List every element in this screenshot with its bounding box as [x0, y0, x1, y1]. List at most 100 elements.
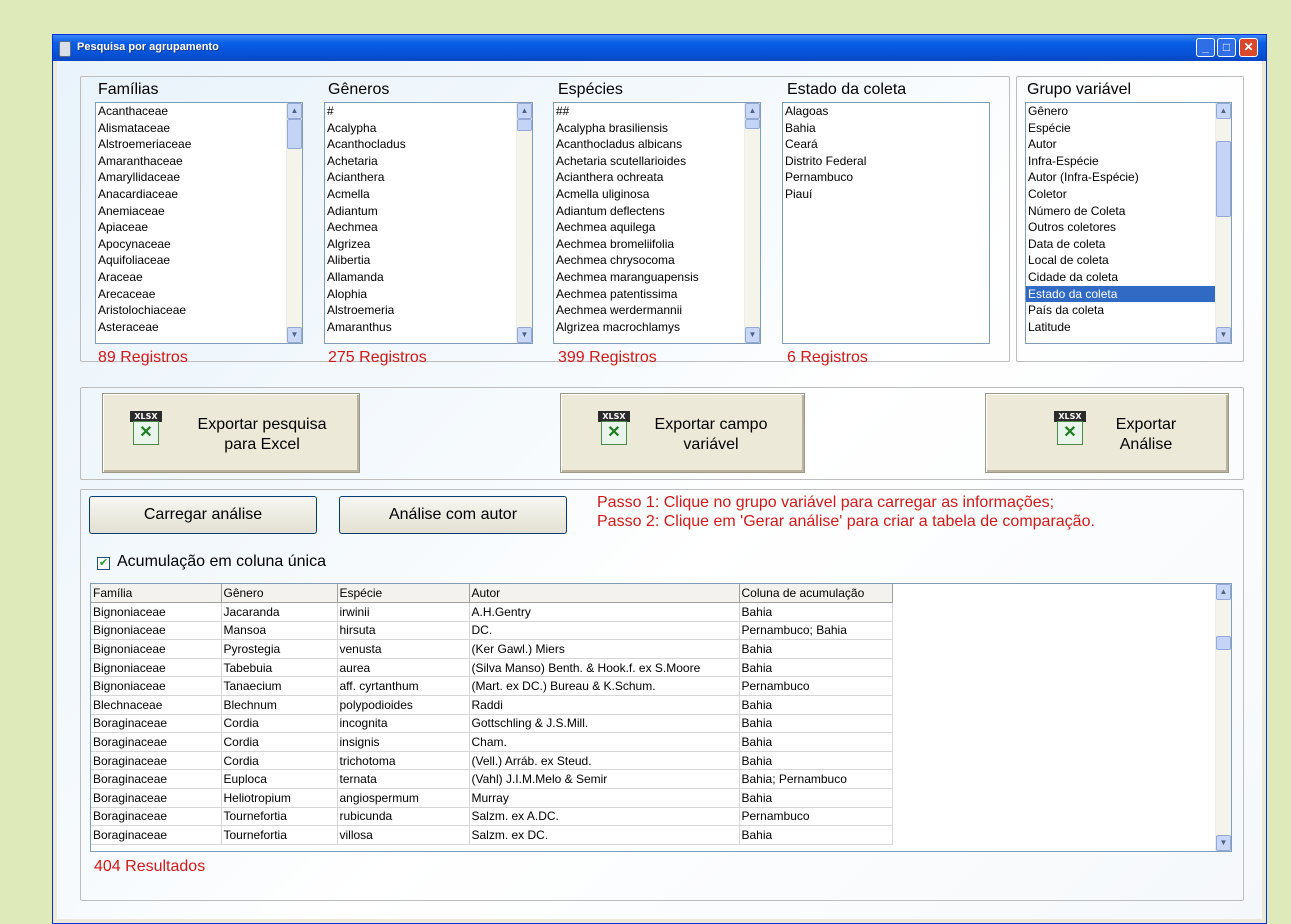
- table-cell[interactable]: Pernambuco: [739, 807, 893, 827]
- table-cell[interactable]: aurea: [337, 658, 470, 678]
- table-cell[interactable]: (Vahl) J.I.M.Melo & Semir: [469, 769, 740, 789]
- scroll-thumb[interactable]: [1216, 141, 1231, 217]
- scroll-thumb[interactable]: [287, 119, 302, 149]
- table-cell[interactable]: Cham.: [469, 732, 740, 752]
- list-item[interactable]: Aechmea werdermannii: [554, 302, 760, 319]
- list-item[interactable]: Apiaceae: [96, 219, 302, 236]
- list-item[interactable]: Espécie: [1026, 120, 1231, 137]
- species-scrollbar[interactable]: ▲ ▼: [744, 103, 760, 343]
- table-cell[interactable]: DC.: [469, 621, 740, 641]
- list-item[interactable]: Pernambuco: [783, 169, 989, 186]
- table-cell[interactable]: Bignoniaceae: [91, 676, 222, 696]
- table-cell[interactable]: Blechnaceae: [91, 695, 222, 715]
- table-cell[interactable]: Mansoa: [221, 621, 338, 641]
- table-cell[interactable]: incognita: [337, 714, 470, 734]
- title-bar[interactable]: Pesquisa por agrupamento _ □ ✕: [53, 35, 1266, 61]
- scroll-down-icon[interactable]: ▼: [745, 327, 760, 343]
- list-item[interactable]: Apocynaceae: [96, 236, 302, 253]
- table-cell[interactable]: Bahia: [739, 695, 893, 715]
- table-row[interactable]: Boraginaceae Heliotropium angiospermum Murr…: [91, 788, 893, 808]
- table-cell[interactable]: (Silva Manso) Benth. & Hook.f. ex S.Moor…: [469, 658, 740, 678]
- families-list[interactable]: Acanthaceae Alismataceae Alstroemeriaceae A…: [95, 102, 303, 344]
- species-list[interactable]: ## Acalypha brasiliensis Acanthocladus alb…: [553, 102, 761, 344]
- table-cell[interactable]: Boraginaceae: [91, 807, 222, 827]
- list-item[interactable]: Acanthaceae: [96, 103, 302, 120]
- scroll-up-icon[interactable]: ▲: [1216, 103, 1231, 119]
- table-row[interactable]: Blechnaceae Blechnum polypodioides Raddi Bah…: [91, 695, 893, 715]
- table-cell[interactable]: Bahia: [739, 639, 893, 659]
- table-cell[interactable]: Bignoniaceae: [91, 658, 222, 678]
- table-cell[interactable]: rubicunda: [337, 807, 470, 827]
- table-cell[interactable]: Bahia: [739, 788, 893, 808]
- list-item[interactable]: Adiantum: [325, 203, 532, 220]
- table-row[interactable]: Boraginaceae Tournefortia villosa Salzm. ex…: [91, 825, 893, 845]
- list-item[interactable]: #: [325, 103, 532, 120]
- list-item[interactable]: País da coleta: [1026, 302, 1231, 319]
- scroll-up-icon[interactable]: ▲: [1216, 584, 1231, 600]
- genera-list[interactable]: # Acalypha Acanthocladus Achetaria Acianther…: [324, 102, 533, 344]
- table-cell[interactable]: Bahia: [739, 602, 893, 622]
- table-cell[interactable]: Tabebuia: [221, 658, 338, 678]
- list-item[interactable]: Cidade da coleta: [1026, 269, 1231, 286]
- table-row[interactable]: Bignoniaceae Tanaecium aff. cyrtanthum (Mar…: [91, 676, 893, 696]
- list-item[interactable]: Alibertia: [325, 252, 532, 269]
- list-item[interactable]: Autor (Infra-Espécie): [1026, 169, 1231, 186]
- states-list[interactable]: Alagoas Bahia Ceará Distrito Federal Pernamb…: [782, 102, 990, 344]
- list-item[interactable]: Latitude: [1026, 319, 1231, 336]
- table-cell[interactable]: Cordia: [221, 751, 338, 771]
- list-item[interactable]: Aristolochiaceae: [96, 302, 302, 319]
- table-cell[interactable]: Tournefortia: [221, 807, 338, 827]
- table-cell[interactable]: aff. cyrtanthum: [337, 676, 470, 696]
- list-item[interactable]: Asteraceae: [96, 319, 302, 336]
- table-cell[interactable]: irwinii: [337, 602, 470, 622]
- list-item[interactable]: Ceará: [783, 136, 989, 153]
- table-cell[interactable]: trichotoma: [337, 751, 470, 771]
- table-row[interactable]: Boraginaceae Euploca ternata (Vahl) J.I.M.M…: [91, 769, 893, 789]
- list-item[interactable]: Amaryllidaceae: [96, 169, 302, 186]
- table-cell[interactable]: Boraginaceae: [91, 788, 222, 808]
- list-item[interactable]: Acianthera: [325, 169, 532, 186]
- table-row[interactable]: Bignoniaceae Tabebuia aurea (Silva Manso) B…: [91, 658, 893, 678]
- table-cell[interactable]: Bahia: [739, 732, 893, 752]
- table-cell[interactable]: Bahia; Pernambuco: [739, 769, 893, 789]
- list-item[interactable]: Alismataceae: [96, 120, 302, 137]
- list-item[interactable]: Aechmea aquilega: [554, 219, 760, 236]
- column-header[interactable]: Família: [91, 584, 222, 603]
- list-item[interactable]: Acanthocladus: [325, 136, 532, 153]
- table-cell[interactable]: Boraginaceae: [91, 714, 222, 734]
- table-cell[interactable]: Boraginaceae: [91, 825, 222, 845]
- table-cell[interactable]: Pernambuco; Bahia: [739, 621, 893, 641]
- table-cell[interactable]: Gottschling & J.S.Mill.: [469, 714, 740, 734]
- table-cell[interactable]: Bahia: [739, 825, 893, 845]
- list-item[interactable]: Infra-Espécie: [1026, 153, 1231, 170]
- table-cell[interactable]: Salzm. ex DC.: [469, 825, 740, 845]
- table-cell[interactable]: angiospermum: [337, 788, 470, 808]
- list-item[interactable]: Aquifoliaceae: [96, 252, 302, 269]
- table-cell[interactable]: Bahia: [739, 658, 893, 678]
- maximize-button[interactable]: □: [1217, 38, 1236, 57]
- export-field-button[interactable]: XLSX ✕ Exportar campo variável: [560, 393, 805, 473]
- list-item[interactable]: Algrizea macrochlamys: [554, 319, 760, 336]
- table-cell[interactable]: Pyrostegia: [221, 639, 338, 659]
- list-item[interactable]: Algrizea: [325, 236, 532, 253]
- list-item[interactable]: Anemiaceae: [96, 203, 302, 220]
- table-cell[interactable]: (Vell.) Arráb. ex Steud.: [469, 751, 740, 771]
- scroll-down-icon[interactable]: ▼: [1216, 835, 1231, 851]
- scroll-thumb[interactable]: [1216, 636, 1231, 650]
- list-item[interactable]: Gênero: [1026, 103, 1231, 120]
- list-item[interactable]: Adiantum deflectens: [554, 203, 760, 220]
- table-cell[interactable]: venusta: [337, 639, 470, 659]
- table-row[interactable]: Boraginaceae Cordia insignis Cham. Bahia: [91, 732, 893, 752]
- scroll-up-icon[interactable]: ▲: [287, 103, 302, 119]
- export-search-button[interactable]: XLSX ✕ Exportar pesquisa para Excel: [102, 393, 360, 473]
- column-header[interactable]: Coluna de acumulação: [739, 584, 893, 603]
- list-item[interactable]: Alophia: [325, 286, 532, 303]
- list-item[interactable]: Acalypha brasiliensis: [554, 120, 760, 137]
- table-cell[interactable]: polypodioides: [337, 695, 470, 715]
- table-cell[interactable]: Boraginaceae: [91, 769, 222, 789]
- list-item[interactable]: Alstroemeria: [325, 302, 532, 319]
- export-analysis-button[interactable]: XLSX ✕ Exportar Análise: [985, 393, 1229, 473]
- table-cell[interactable]: Jacaranda: [221, 602, 338, 622]
- list-item[interactable]: Autor: [1026, 136, 1231, 153]
- table-row[interactable]: Bignoniaceae Jacaranda irwinii A.H.Gentry Ba…: [91, 602, 893, 622]
